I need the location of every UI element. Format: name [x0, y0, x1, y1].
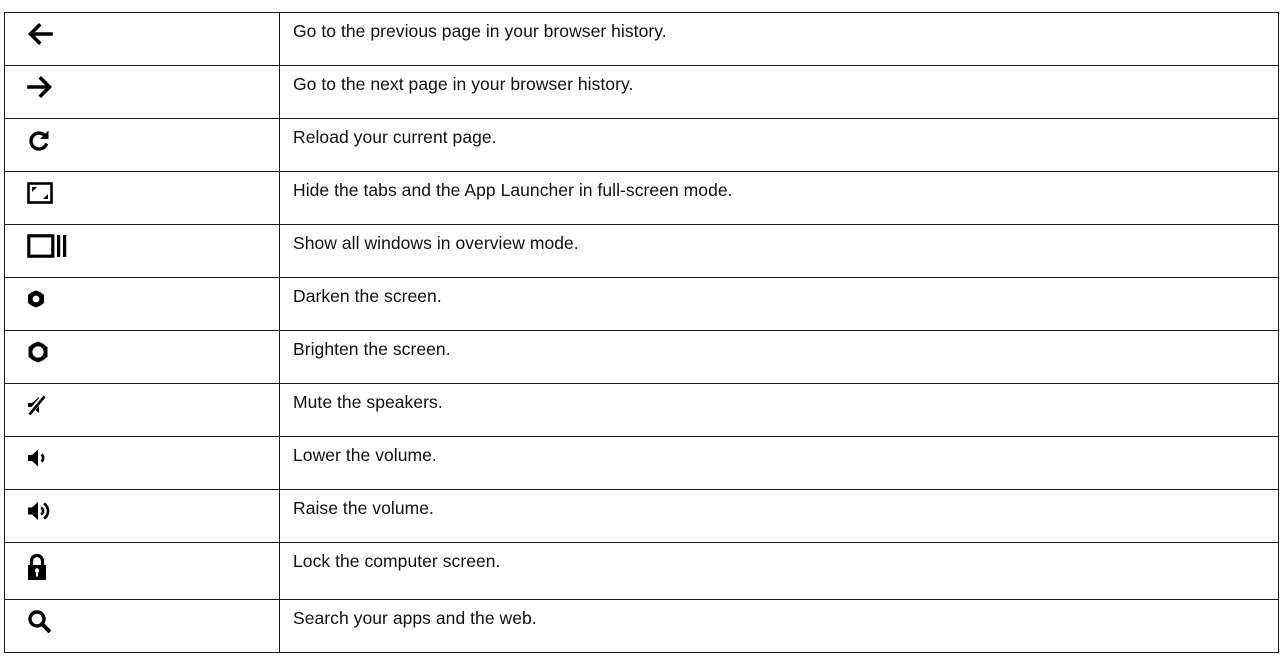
shortcut-description: Mute the speakers. [293, 392, 443, 412]
icon-cell [4, 12, 280, 66]
shortcut-description: Lower the volume. [293, 445, 437, 465]
shortcut-description: Go to the next page in your browser hist… [293, 74, 634, 94]
arrow-right-icon [27, 76, 53, 98]
icon-cell [4, 277, 280, 331]
mute-icon [27, 394, 47, 416]
icon-cell [4, 383, 280, 437]
table-row: Go to the previous page in your browser … [4, 12, 1279, 66]
shortcut-description: Search your apps and the web. [293, 608, 537, 628]
volume-down-icon [27, 447, 47, 469]
icon-cell [4, 65, 280, 119]
description-cell: Raise the volume. [279, 489, 1279, 543]
icon-cell [4, 118, 280, 172]
shortcut-key-table: Go to the previous page in your browser … [4, 12, 1279, 653]
description-cell: Show all windows in overview mode. [279, 224, 1279, 278]
shortcut-description: Show all windows in overview mode. [293, 233, 579, 253]
shortcut-description: Go to the previous page in your browser … [293, 21, 667, 41]
shortcut-description: Darken the screen. [293, 286, 442, 306]
description-cell: Lower the volume. [279, 436, 1279, 490]
shortcut-description: Lock the computer screen. [293, 551, 501, 571]
refresh-icon [27, 128, 51, 152]
icon-cell [4, 599, 280, 653]
overview-icon [27, 234, 67, 258]
icon-cell [4, 489, 280, 543]
description-cell: Lock the computer screen. [279, 542, 1279, 600]
table-row: Search your apps and the web. [4, 599, 1279, 653]
description-cell: Hide the tabs and the App Launcher in fu… [279, 171, 1279, 225]
shortcut-description: Reload your current page. [293, 127, 497, 147]
arrow-left-icon [27, 23, 53, 45]
table-row: Raise the volume. [4, 489, 1279, 543]
table-row: Lock the computer screen. [4, 542, 1279, 600]
table-row: Reload your current page. [4, 118, 1279, 172]
table-row: Mute the speakers. [4, 383, 1279, 437]
description-cell: Reload your current page. [279, 118, 1279, 172]
icon-cell [4, 330, 280, 384]
table-row: Hide the tabs and the App Launcher in fu… [4, 171, 1279, 225]
icon-cell [4, 542, 280, 600]
table-row: Show all windows in overview mode. [4, 224, 1279, 278]
shortcut-description: Raise the volume. [293, 498, 434, 518]
brightness-up-icon [27, 341, 49, 363]
shortcut-description: Hide the tabs and the App Launcher in fu… [293, 180, 733, 200]
description-cell: Go to the next page in your browser hist… [279, 65, 1279, 119]
icon-cell [4, 224, 280, 278]
search-icon [27, 609, 51, 633]
shortcut-description: Brighten the screen. [293, 339, 451, 359]
description-cell: Search your apps and the web. [279, 599, 1279, 653]
fullscreen-icon [27, 182, 53, 204]
description-cell: Brighten the screen. [279, 330, 1279, 384]
volume-up-icon [27, 499, 51, 523]
table-row: Lower the volume. [4, 436, 1279, 490]
description-cell: Go to the previous page in your browser … [279, 12, 1279, 66]
table-row: Darken the screen. [4, 277, 1279, 331]
brightness-down-icon [27, 290, 45, 308]
table-row: Brighten the screen. [4, 330, 1279, 384]
lock-icon [27, 553, 47, 581]
description-cell: Mute the speakers. [279, 383, 1279, 437]
table-row: Go to the next page in your browser hist… [4, 65, 1279, 119]
icon-cell [4, 436, 280, 490]
icon-cell [4, 171, 280, 225]
description-cell: Darken the screen. [279, 277, 1279, 331]
